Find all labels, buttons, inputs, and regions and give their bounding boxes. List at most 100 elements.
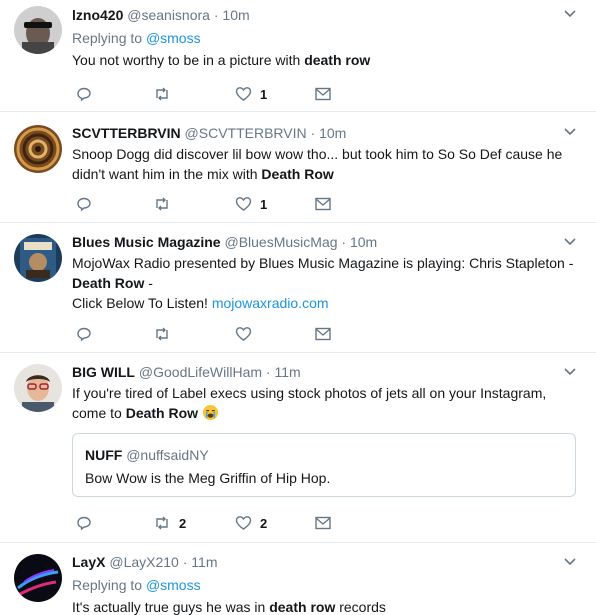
retweet-count: 2 [179, 515, 187, 531]
tweet-text-highlight: Death Row [261, 166, 334, 182]
quoted-user-handle: @nuffsaidNY [126, 447, 209, 463]
avatar[interactable] [14, 554, 62, 602]
retweet-button[interactable] [153, 84, 171, 104]
tweet-item[interactable]: Blues Music Magazine @BluesMusicMag · 10… [0, 222, 596, 353]
replying-to-label: Replying to [72, 30, 143, 46]
display-name[interactable]: Blues Music Magazine [72, 234, 221, 250]
tweet-text: Snoop Dogg did discover lil bow wow tho.… [72, 144, 584, 184]
avatar[interactable] [14, 125, 62, 173]
reply-button[interactable] [76, 324, 92, 344]
tweet-header: lzno420 @seanisnora · 10m [72, 6, 584, 24]
retweet-icon [156, 516, 168, 530]
reply-button[interactable] [76, 513, 92, 533]
tweet-item[interactable]: SCVTTERBRVIN @SCVTTERBRVIN · 10m Snoop D… [0, 111, 596, 223]
avatar[interactable] [14, 6, 62, 54]
replying-to-handle[interactable]: @smoss [146, 30, 201, 46]
tweet-actions: 2 2 [72, 513, 332, 533]
display-name[interactable]: BIG WILL [72, 364, 135, 380]
heart-icon [235, 327, 252, 341]
tweet-text-part: You not worthy to be in a picture with [72, 52, 305, 68]
tweet-text: If you're tired of Label execs using sto… [72, 383, 584, 423]
tweet-item[interactable]: lzno420 @seanisnora · 10m Replying to @s… [0, 0, 596, 112]
tweet-header: SCVTTERBRVIN @SCVTTERBRVIN · 10m [72, 124, 584, 142]
retweet-button[interactable] [153, 194, 171, 214]
quoted-display-name: NUFF [85, 447, 123, 463]
like-button[interactable] [235, 324, 252, 344]
timestamp[interactable]: 10m [350, 234, 377, 250]
tweet-text: MojoWax Radio presented by Blues Music M… [72, 253, 584, 313]
reply-icon [77, 516, 91, 531]
replying-to-handle[interactable]: @smoss [146, 577, 201, 593]
reply-icon [77, 327, 91, 342]
separator-dot: · [310, 125, 316, 141]
display-name[interactable]: lzno420 [72, 7, 123, 23]
tweet-header: Blues Music Magazine @BluesMusicMag · 10… [72, 233, 584, 251]
dm-button[interactable] [315, 194, 331, 214]
reply-button[interactable] [76, 84, 92, 104]
tweet-link[interactable]: mojowaxradio.com [212, 295, 329, 311]
separator-dot: · [182, 554, 188, 570]
timestamp[interactable]: 10m [319, 125, 346, 141]
avatar[interactable] [14, 234, 62, 282]
retweet-button[interactable] [153, 324, 171, 344]
tweet-text-part: MojoWax Radio presented by Blues Music M… [72, 255, 574, 271]
replying-to: Replying to @smoss [72, 28, 584, 48]
envelope-icon [315, 87, 331, 101]
tweet-text-highlight: Death Row [72, 275, 145, 291]
dm-button[interactable] [315, 84, 331, 104]
separator-dot: · [341, 234, 347, 250]
quoted-tweet-header: NUFF @nuffsaidNY [85, 447, 209, 463]
separator-dot: · [265, 364, 271, 380]
like-count: 2 [260, 515, 268, 531]
tweet-feed: lzno420 @seanisnora · 10m Replying to @s… [0, 0, 596, 615]
chevron-down-icon[interactable] [564, 10, 576, 18]
tweet-text-part: Click Below To Listen! [72, 295, 212, 311]
timestamp[interactable]: 11m [191, 554, 217, 570]
like-button[interactable]: 1 [235, 84, 267, 104]
retweet-button[interactable]: 2 [153, 513, 186, 533]
heart-icon [235, 516, 252, 530]
retweet-icon [156, 87, 168, 101]
chevron-down-icon[interactable] [564, 238, 576, 246]
dm-button[interactable] [315, 324, 331, 344]
quoted-tweet-text: Bow Wow is the Meg Griffin of Hip Hop. [85, 470, 331, 486]
avatar[interactable] [14, 364, 62, 412]
timestamp[interactable]: 10m [222, 7, 249, 23]
user-handle[interactable]: @BluesMusicMag [224, 234, 337, 250]
tweet-text: It's actually true guys he was in death … [72, 597, 584, 615]
tweet-text-part: - [144, 275, 153, 291]
user-handle[interactable]: @seanisnora [127, 7, 210, 23]
tweet-actions [72, 324, 332, 344]
retweet-icon [156, 197, 168, 211]
display-name[interactable]: LayX [72, 554, 105, 570]
reply-icon [77, 197, 91, 212]
quoted-tweet[interactable]: NUFF @nuffsaidNY Bow Wow is the Meg Grif… [72, 433, 576, 497]
user-handle[interactable]: @SCVTTERBRVIN [185, 125, 307, 141]
tweet-actions: 1 [72, 84, 332, 104]
timestamp[interactable]: 11m [274, 364, 300, 380]
replying-to-label: Replying to [72, 577, 143, 593]
envelope-icon [315, 516, 331, 530]
tweet-item[interactable]: BIG WILL @GoodLifeWillHam · 11m If you'r… [0, 352, 596, 543]
tweet-item[interactable]: LayX @LayX210 · 11m Replying to @smoss I… [0, 542, 596, 615]
heart-icon [235, 197, 252, 211]
tweet-text: You not worthy to be in a picture with d… [72, 50, 584, 70]
like-count: 1 [260, 196, 268, 212]
envelope-icon [315, 327, 331, 341]
user-handle[interactable]: @GoodLifeWillHam [139, 364, 262, 380]
retweet-icon [156, 327, 168, 341]
display-name[interactable]: SCVTTERBRVIN [72, 125, 181, 141]
envelope-icon [315, 197, 331, 211]
chevron-down-icon[interactable] [564, 558, 576, 566]
like-button[interactable]: 2 [235, 513, 267, 533]
chevron-down-icon[interactable] [564, 128, 576, 136]
tweet-header: LayX @LayX210 · 11m [72, 553, 584, 571]
tweet-actions: 1 [72, 194, 332, 214]
like-button[interactable]: 1 [235, 194, 267, 214]
chevron-down-icon[interactable] [564, 368, 576, 376]
reply-button[interactable] [76, 194, 92, 214]
tweet-text-part: records [335, 599, 386, 615]
dm-button[interactable] [315, 513, 331, 533]
tweet-text-part: It's actually true guys he was in [72, 599, 270, 615]
user-handle[interactable]: @LayX210 [109, 554, 178, 570]
